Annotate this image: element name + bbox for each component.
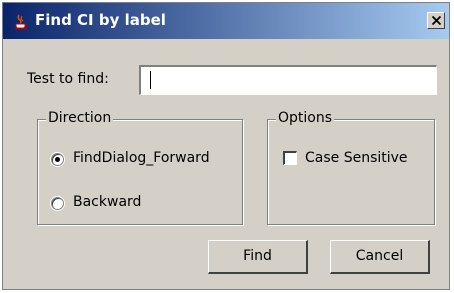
find-dialog: Find CI by label Test to find: Direction… [2, 2, 450, 290]
case-sensitive-checkbox[interactable] [283, 151, 297, 165]
close-button[interactable] [427, 12, 445, 29]
text-caret [150, 71, 151, 89]
cancel-button[interactable]: Cancel [330, 240, 430, 274]
title-bar[interactable]: Find CI by label [3, 3, 449, 39]
options-legend: Options [276, 110, 335, 126]
radio-forward[interactable] [51, 153, 64, 166]
direction-legend: Direction [46, 110, 114, 126]
search-label: Test to find: [27, 71, 109, 87]
case-sensitive-label[interactable]: Case Sensitive [305, 150, 408, 166]
close-icon [432, 16, 441, 25]
window-title: Find CI by label [35, 11, 166, 29]
java-cup-icon [13, 13, 29, 30]
options-group: Options [267, 110, 435, 225]
radio-forward-label[interactable]: FindDialog_Forward [73, 150, 210, 166]
search-input[interactable] [139, 65, 437, 95]
radio-backward[interactable] [51, 197, 64, 210]
radio-backward-label[interactable]: Backward [73, 194, 141, 210]
radio-forward-dot [55, 157, 60, 162]
find-button[interactable]: Find [208, 240, 308, 274]
